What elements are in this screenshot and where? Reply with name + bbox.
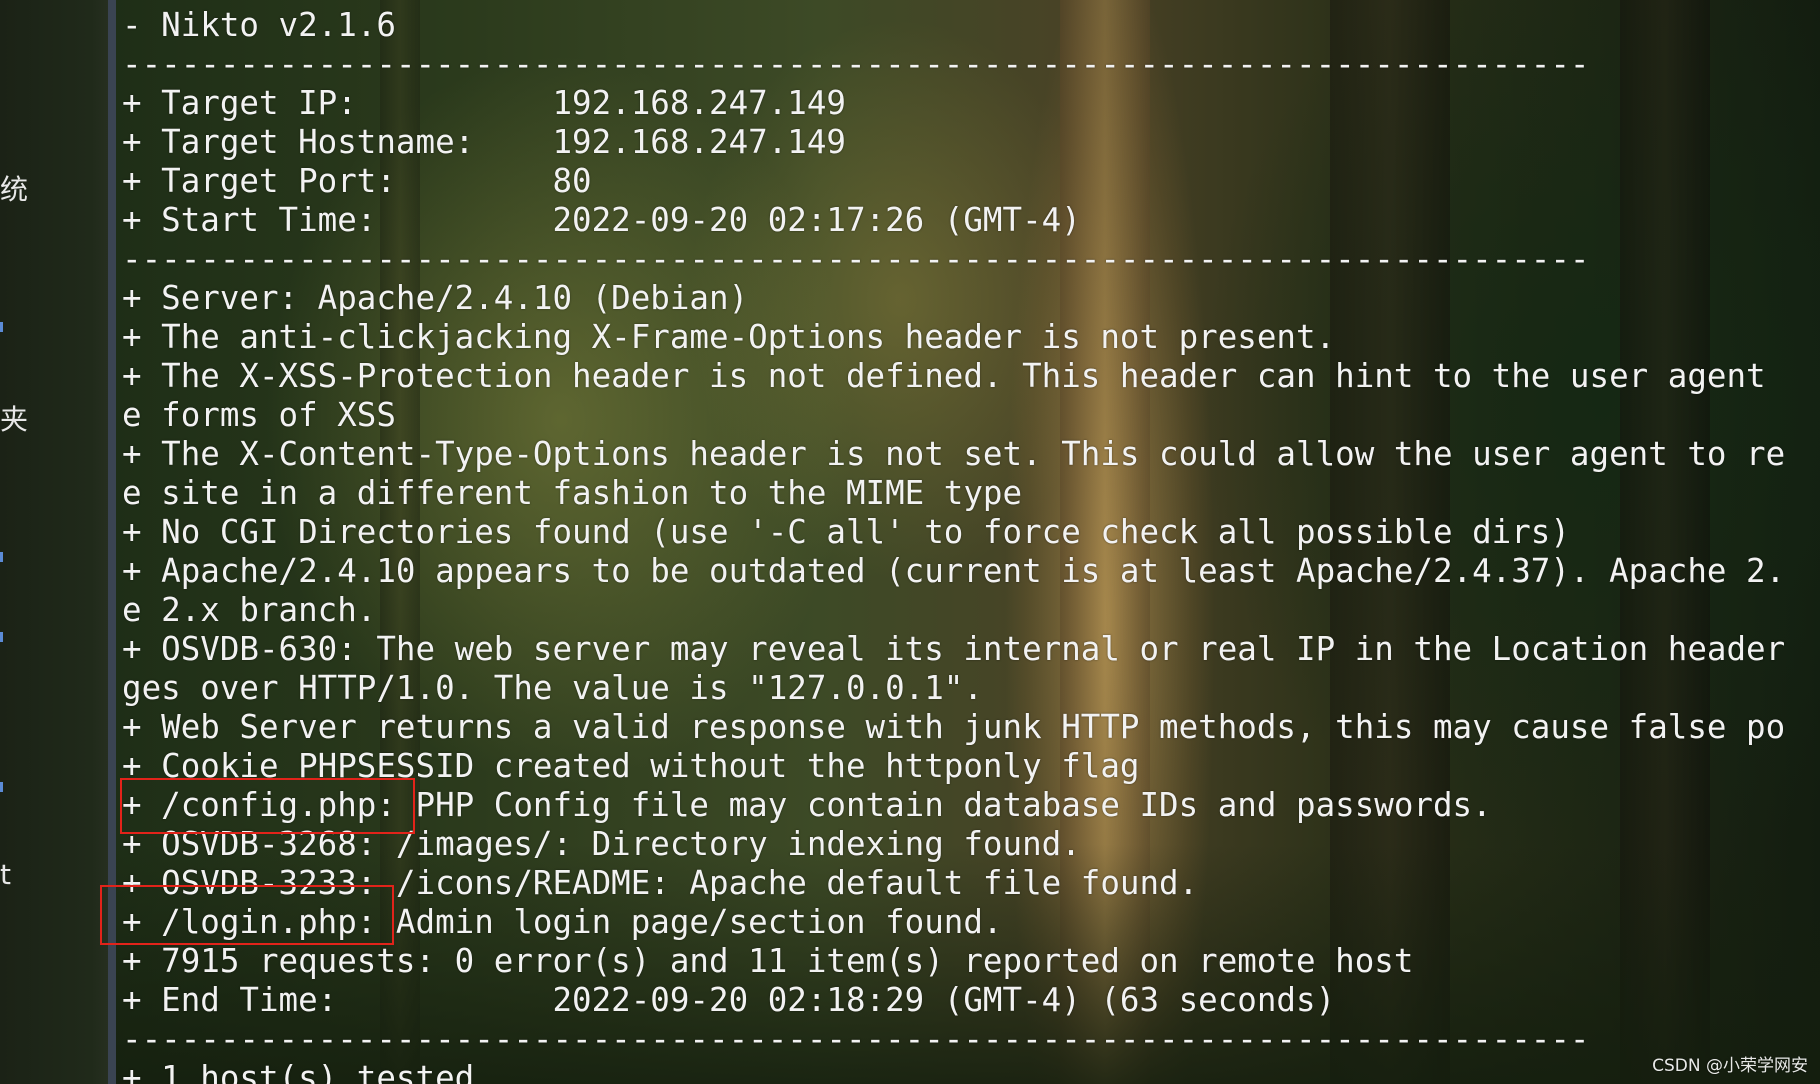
watermark: CSDN @小荣学网安 [1652,1056,1808,1076]
terminal-line: + The X-XSS-Protection header is not def… [122,357,1766,395]
side-label: 夹 [0,403,29,436]
terminal-line: + The anti-clickjacking X-Frame-Options … [122,318,1336,356]
terminal-line: + No CGI Directories found (use '-C all'… [122,513,1570,551]
terminal-line: e 2.x branch. [122,591,377,629]
terminal-line: e forms of XSS [122,396,396,434]
terminal-line: + Server: Apache/2.4.10 (Debian) [122,279,749,317]
screenshot: 统 夹 t - Nikto v2.1.6 -------------------… [0,0,1820,1084]
terminal-line: + Start Time: 2022-09-20 02:17:26 (GMT-4… [122,201,1081,239]
terminal-line: + Target Port: 80 [122,162,592,200]
terminal-line: + Target Hostname: 192.168.247.149 [122,123,846,161]
terminal-line: ges over HTTP/1.0. The value is "127.0.0… [122,669,983,707]
terminal-line: + Target IP: 192.168.247.149 [122,84,846,122]
separator-line: ----------------------------------------… [122,45,1590,83]
side-label: t [0,858,11,891]
left-panel: 统 夹 t [0,0,108,1084]
login-php-highlight-box [100,885,394,945]
terminal-line: e site in a different fashion to the MIM… [122,474,1023,512]
separator-line: ----------------------------------------… [122,1020,1590,1058]
terminal-line: - Nikto v2.1.6 [122,6,396,44]
side-marker [0,322,3,332]
terminal-line: + OSVDB-630: The web server may reveal i… [122,630,1786,668]
terminal-line: + Apache/2.4.10 appears to be outdated (… [122,552,1786,590]
terminal-line: + Web Server returns a valid response wi… [122,708,1786,746]
separator-line: ----------------------------------------… [122,240,1590,278]
terminal-line: + 1 host(s) tested [122,1059,475,1084]
terminal-line: + End Time: 2022-09-20 02:18:29 (GMT-4) … [122,981,1336,1019]
side-marker [0,632,3,642]
side-marker [0,782,3,792]
config-php-highlight-box [120,778,415,834]
terminal-line: + 7915 requests: 0 error(s) and 11 item(… [122,942,1414,980]
side-label: 统 [0,173,29,206]
side-marker [0,552,3,562]
terminal-line: + The X-Content-Type-Options header is n… [122,435,1786,473]
